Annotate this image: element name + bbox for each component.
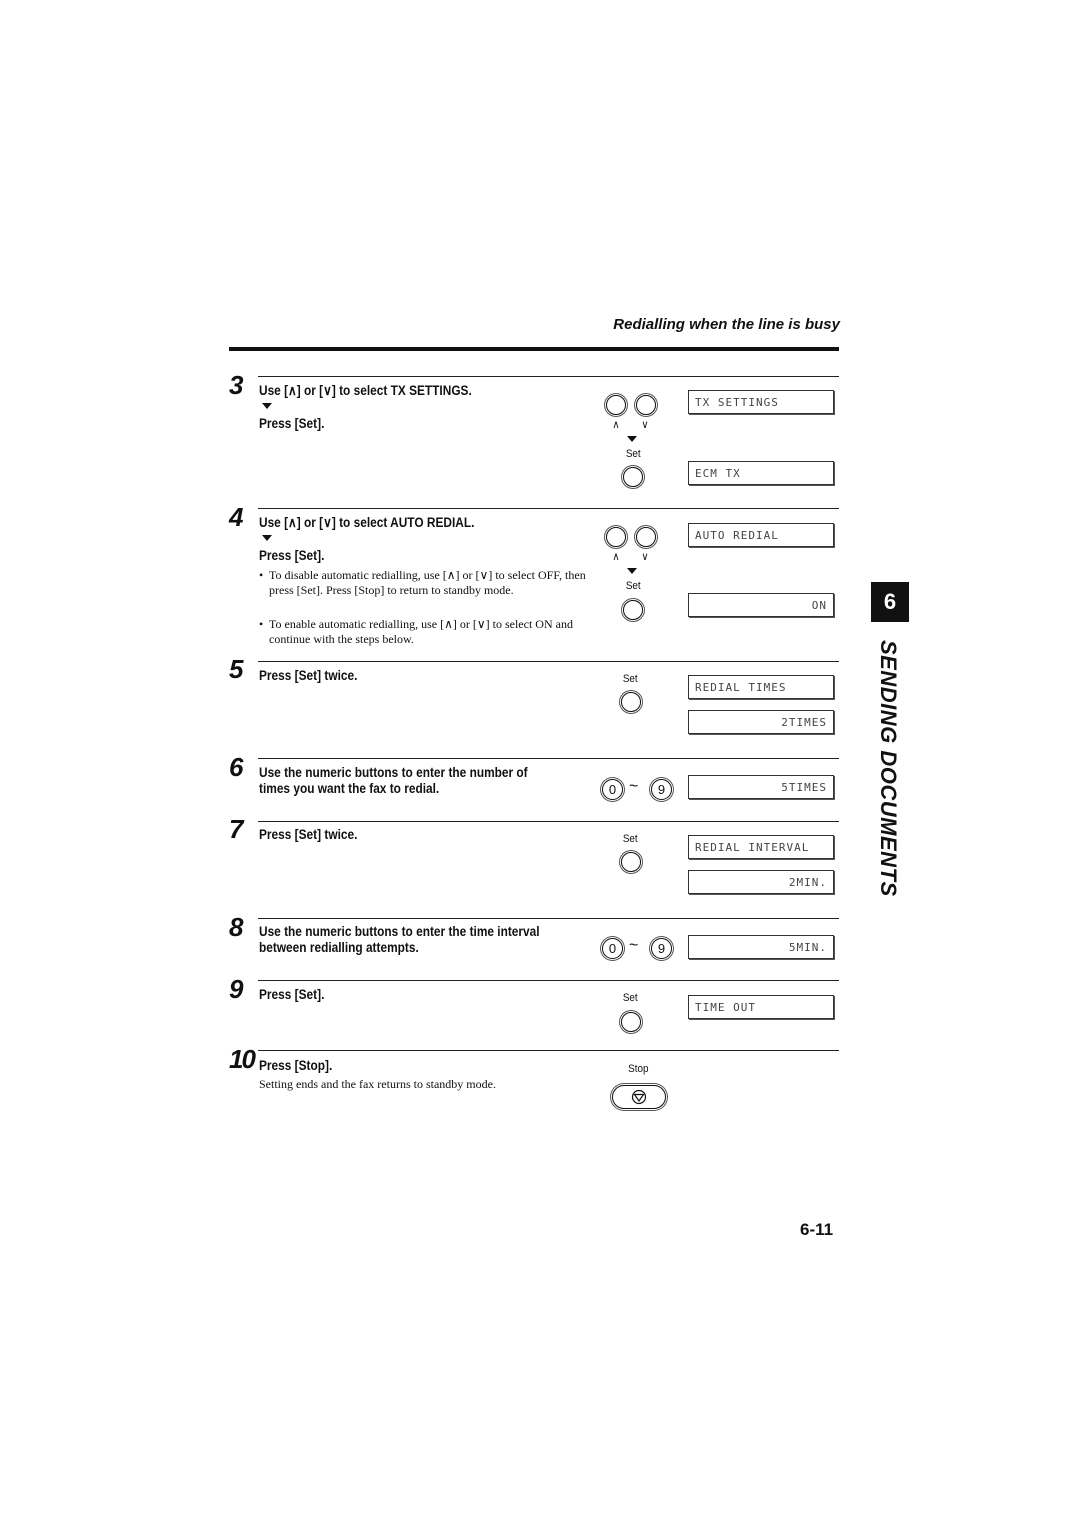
set-button[interactable] [621,852,641,872]
lcd-display: REDIAL TIMES [688,675,834,699]
step-instruction: Press [Set]. [259,548,325,563]
set-button[interactable] [621,692,641,712]
step-instruction: between redialling attempts. [259,940,419,955]
step-instruction: Use the numeric buttons to enter the num… [259,765,528,780]
step-number: 7 [229,814,244,844]
range-tilde-icon: ~ [629,937,639,954]
set-label: Set [622,992,638,1004]
range-tilde-icon: ~ [629,778,639,795]
page-number: 6-11 [800,1220,834,1239]
stop-button[interactable] [612,1085,666,1109]
lcd-display: AUTO REDIAL [688,523,834,547]
lcd-display: ON [688,593,834,617]
step-instruction: Press [Set] twice. [259,668,358,683]
set-button[interactable] [623,600,643,620]
down-button[interactable] [636,395,656,415]
step-instruction: Use [∧] or [∨] to select AUTO REDIAL. [259,515,475,530]
bullet-item: • To disable automatic redialling, use [… [259,568,589,598]
step-divider [258,661,839,662]
numeric-button-0[interactable]: 0 [602,779,623,800]
bullet-text: To disable automatic redialling, use [∧]… [269,568,586,597]
lcd-display: 2TIMES [688,710,834,734]
next-arrow-icon [262,403,272,409]
chapter-number: 6 [871,582,909,622]
step-number: 3 [229,370,244,400]
lcd-display: 5TIMES [688,775,834,799]
step-instruction: times you want the fax to redial. [259,781,440,796]
section-title: Redialling when the line is busy [613,316,840,333]
step-number: 6 [229,752,244,782]
step-instruction: Use [∧] or [∨] to select TX SETTINGS. [259,383,472,398]
lcd-display: 2MIN. [688,870,834,894]
step-divider [258,1050,839,1051]
step-divider [258,821,839,822]
bullet-icon: • [259,568,264,582]
step-divider [258,376,839,377]
step-divider [258,758,839,759]
step-instruction: Press [Set]. [259,987,325,1002]
header-rule [229,347,839,351]
up-arrow-icon: ∧ [612,419,620,431]
step-instruction: Press [Set]. [259,416,325,431]
stop-icon [631,1089,647,1105]
chapter-title: SENDING DOCUMENTS [876,640,901,897]
numeric-button-0[interactable]: 0 [602,938,623,959]
up-arrow-icon: ∧ [612,551,620,563]
down-button[interactable] [636,527,656,547]
set-label: Set [622,673,638,685]
next-arrow-icon [627,568,637,574]
next-arrow-icon [262,535,272,541]
bullet-item: • To enable automatic redialling, use [∧… [259,617,589,647]
step-instruction: Press [Stop]. [259,1058,333,1073]
step-divider [258,508,839,509]
up-button[interactable] [606,395,626,415]
step-instruction: Use the numeric buttons to enter the tim… [259,924,540,939]
step-number: 4 [229,502,244,532]
step-number: 10 [229,1044,256,1074]
bullet-icon: • [259,617,264,631]
up-button[interactable] [606,527,626,547]
step-instruction: Press [Set] twice. [259,827,358,842]
set-button[interactable] [621,1012,641,1032]
next-arrow-icon [627,436,637,442]
lcd-display: TIME OUT [688,995,834,1019]
lcd-display: 5MIN. [688,935,834,959]
set-button[interactable] [623,467,643,487]
stop-label: Stop [628,1063,649,1075]
lcd-display: ECM TX [688,461,834,485]
numeric-button-9[interactable]: 9 [651,938,672,959]
set-label: Set [625,580,641,592]
step-note: Setting ends and the fax returns to stan… [259,1077,496,1091]
step-divider [258,980,839,981]
down-arrow-icon: ∨ [641,551,649,563]
step-number: 9 [229,974,244,1004]
set-label: Set [625,448,641,460]
bullet-text: To enable automatic redialling, use [∧] … [269,617,573,646]
lcd-display: REDIAL INTERVAL [688,835,834,859]
chapter-title-container: SENDING DOCUMENTS [868,640,908,897]
lcd-display: TX SETTINGS [688,390,834,414]
step-number: 5 [229,654,244,684]
step-divider [258,918,839,919]
numeric-button-9[interactable]: 9 [651,779,672,800]
set-label: Set [622,833,638,845]
step-number: 8 [229,912,244,942]
down-arrow-icon: ∨ [641,419,649,431]
